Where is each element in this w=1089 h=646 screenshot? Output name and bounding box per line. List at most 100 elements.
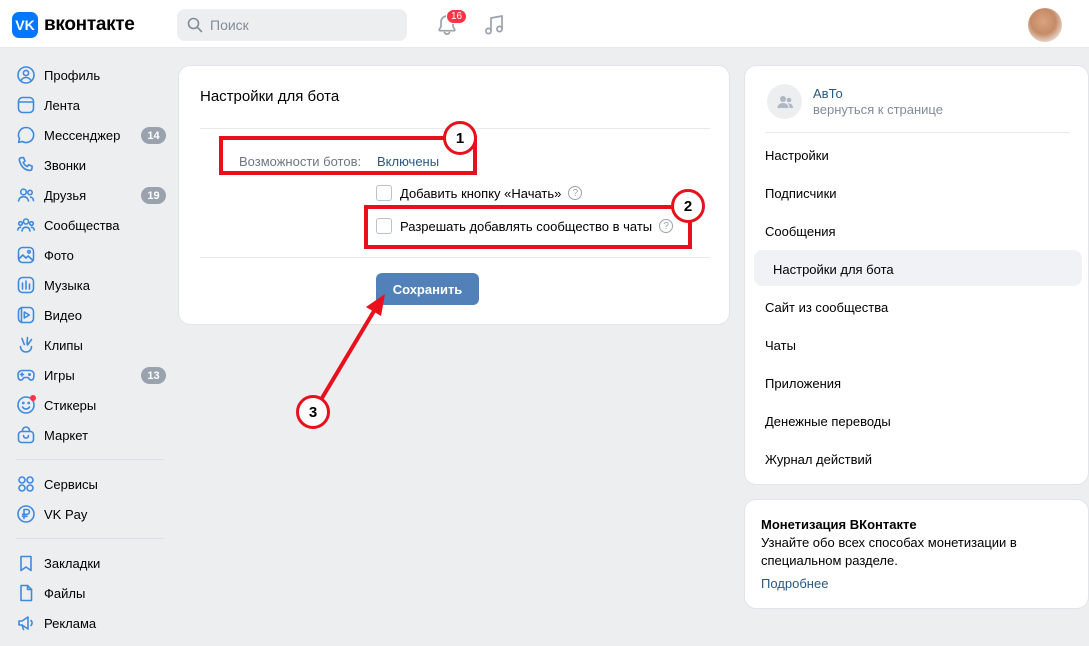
nav-item-friends[interactable]: Друзья 19 (0, 180, 176, 210)
start-button-option[interactable]: Добавить кнопку «Начать» ? (376, 185, 583, 201)
menu-item[interactable]: Чаты (765, 338, 796, 353)
nav-item-stickers[interactable]: Стикеры (0, 390, 176, 420)
promo-more-link[interactable]: Подробнее (761, 576, 828, 591)
menu-item[interactable]: Сообщения (765, 224, 836, 239)
nav-item-label: Сервисы (44, 476, 98, 492)
count-badge: 14 (141, 127, 166, 144)
nav-item-services[interactable]: Сервисы (0, 469, 176, 499)
nav-item-clips[interactable]: Клипы (0, 330, 176, 360)
new-indicator-dot (30, 395, 36, 401)
search-icon (187, 17, 203, 33)
nav-item-bookmarks[interactable]: Закладки (0, 548, 176, 578)
nav-item-profile[interactable]: Профиль (0, 60, 176, 90)
start-button-checkbox[interactable] (376, 185, 392, 201)
search-box[interactable] (177, 9, 407, 41)
vk-logo-text: вконтакте (44, 14, 135, 35)
phone-icon (18, 156, 33, 172)
user-avatar[interactable] (1028, 8, 1062, 42)
annotation-marker-3: 3 (296, 395, 330, 429)
nav-item-label: Видео (44, 307, 82, 323)
menu-item[interactable]: Настройки (765, 148, 829, 163)
monetization-card: Монетизация ВКонтакте Узнайте обо всех с… (744, 499, 1089, 609)
nav-item-label: VK Pay (44, 506, 88, 522)
nav-item-label: Музыка (44, 277, 90, 293)
nav-item-video[interactable]: Видео (0, 300, 176, 330)
nav-item-label: Профиль (44, 67, 101, 83)
group-icon (777, 95, 793, 108)
nav-item-label: Друзья (44, 187, 87, 203)
nav-item-label: Стикеры (44, 397, 97, 413)
left-navigation: Профиль Лента Мессенджер 14 Звонки Друзья 19 Со… (0, 60, 176, 638)
music-icon (17, 276, 35, 294)
notifications-badge: 16 (446, 9, 468, 24)
nav-item-files[interactable]: Файлы (0, 578, 176, 608)
market-icon (17, 426, 35, 444)
count-badge: 19 (141, 187, 166, 204)
nav-item-label: Маркет (44, 427, 89, 443)
nav-divider (16, 538, 164, 539)
nav-item-label: Клипы (44, 337, 83, 353)
count-badge: 13 (141, 367, 166, 384)
search-input[interactable] (210, 17, 400, 33)
nav-item-messenger[interactable]: Мессенджер 14 (0, 120, 176, 150)
nav-item-communities[interactable]: Сообщества (0, 210, 176, 240)
vk-logo-mark: VK (12, 12, 38, 38)
nav-divider (16, 459, 164, 460)
nav-item-label: Файлы (44, 585, 86, 601)
nav-item-label: Лента (44, 97, 80, 113)
feed-icon (17, 96, 35, 114)
nav-item-market[interactable]: Маркет (0, 420, 176, 450)
photo-icon (17, 246, 35, 264)
ads-icon (18, 616, 33, 631)
nav-item-photo[interactable]: Фото (0, 240, 176, 270)
nav-item-label: Закладки (44, 555, 101, 571)
group-avatar (767, 84, 802, 119)
menu-item[interactable]: Подписчики (765, 186, 837, 201)
help-icon[interactable]: ? (568, 186, 583, 200)
clips-icon (19, 336, 33, 353)
nav-item-label: Игры (44, 367, 75, 383)
community-menu-card: АвТо вернуться к странице Настройки Подпи… (744, 65, 1089, 485)
menu-item[interactable]: Приложения (765, 376, 841, 391)
music-player-icon[interactable] (482, 13, 506, 37)
communities-icon (17, 218, 35, 232)
bot-settings-card: Настройки для бота Возможности ботов: Вк… (178, 65, 730, 325)
nav-item-phone[interactable]: Звонки (0, 150, 176, 180)
nav-item-label: Фото (44, 247, 74, 263)
files-icon (20, 584, 33, 602)
nav-item-label: Реклама (44, 615, 97, 631)
menu-item[interactable]: Сайт из сообщества (765, 300, 888, 315)
nav-item-feed[interactable]: Лента (0, 90, 176, 120)
nav-item-music[interactable]: Музыка (0, 270, 176, 300)
messenger-icon (17, 126, 35, 144)
friends-icon (17, 188, 35, 202)
menu-item[interactable]: Журнал действий (765, 452, 872, 467)
bookmarks-icon (20, 555, 32, 572)
save-button[interactable]: Сохранить (376, 273, 479, 305)
services-icon (18, 476, 34, 492)
menu-item[interactable]: Денежные переводы (765, 414, 891, 429)
start-button-label: Добавить кнопку «Начать» (400, 185, 562, 201)
video-icon (17, 306, 35, 324)
profile-icon (17, 66, 35, 84)
nav-item-ads[interactable]: Реклама (0, 608, 176, 638)
annotation-box-2 (364, 205, 692, 249)
nav-item-vkpay[interactable]: VK Pay (0, 499, 176, 529)
group-name-link[interactable]: АвТо (813, 86, 943, 102)
games-icon (17, 369, 35, 381)
annotation-marker-2: 2 (671, 189, 705, 223)
vk-logo[interactable]: VK вконтакте (12, 12, 135, 38)
nav-item-games[interactable]: Игры 13 (0, 360, 176, 390)
back-to-page-link[interactable]: вернуться к странице (813, 102, 943, 118)
promo-text: Узнайте обо всех способах монетизации в … (761, 535, 1017, 568)
annotation-marker-1: 1 (443, 121, 477, 155)
vkpay-icon (17, 505, 35, 523)
annotation-box-1 (219, 136, 477, 175)
promo-title: Монетизация ВКонтакте (761, 517, 917, 532)
menu-item-active[interactable]: Настройки для бота (773, 262, 894, 277)
group-header[interactable]: АвТо вернуться к странице (767, 84, 943, 119)
nav-item-label: Мессенджер (44, 127, 121, 143)
nav-item-label: Сообщества (44, 217, 120, 233)
divider (200, 257, 710, 258)
top-header: VK вконтакте 16 (0, 0, 1089, 48)
